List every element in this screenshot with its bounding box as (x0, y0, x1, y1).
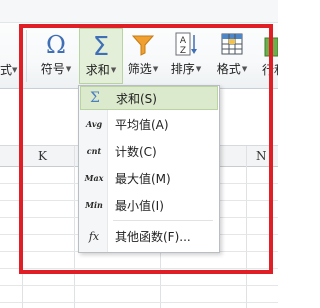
svg-text:A: A (180, 36, 187, 46)
sigma-icon: Σ (90, 90, 100, 106)
column-header-k[interactable]: K (38, 148, 47, 164)
menu-item-label: 其他函数(F)... (115, 229, 191, 244)
max-icon: Max (84, 173, 104, 183)
svg-text:Σ: Σ (93, 32, 109, 59)
chevron-down-icon: ▼ (241, 65, 248, 73)
menu-item-average[interactable]: Avg 平均值(A) (80, 112, 218, 136)
average-icon: Avg (85, 119, 103, 129)
count-icon: cnt (86, 146, 102, 156)
sort-button-label: 排序 (170, 62, 195, 76)
filter-button[interactable]: 筛选▼ (124, 28, 162, 84)
grid-line (0, 268, 278, 269)
ribbon-cut-left-label: 式 (0, 63, 13, 77)
filter-button-label: 筛选 (127, 62, 152, 76)
chevron-down-icon: ▼ (195, 65, 202, 73)
ribbon-tab-strip (0, 0, 278, 23)
fx-icon: fx (88, 229, 100, 243)
grid-line (246, 146, 247, 308)
format-button-label: 格式 (216, 62, 241, 76)
menu-item-label: 求和(S) (116, 91, 157, 106)
app-window: 式 ▼ Ω 符号▼ Σ 求和▼ 筛选▼ A Z 排序▼ 格式▼ 行 K N Σ … (0, 0, 278, 308)
grid-line (22, 146, 23, 308)
min-icon: Min (85, 200, 103, 210)
grid-line (0, 285, 278, 286)
funnel-icon (129, 28, 157, 60)
svg-text:Ω: Ω (46, 31, 66, 58)
grid-line (74, 146, 75, 308)
ribbon-separator (26, 30, 27, 82)
autosum-button[interactable]: Σ 求和▼ (79, 28, 123, 84)
menu-item-label: 最大值(M) (115, 171, 171, 186)
chevron-down-icon: ▼ (152, 65, 159, 73)
symbol-button-label: 符号 (40, 62, 65, 76)
menu-item-label: 最小值(I) (115, 198, 164, 213)
sigma-icon: Σ (87, 29, 115, 61)
omega-icon: Ω (42, 28, 70, 60)
chevron-down-icon: ▼ (12, 66, 18, 74)
table-format-icon (218, 28, 246, 60)
menu-item-label: 平均值(A) (115, 117, 169, 132)
svg-text:Z: Z (180, 46, 186, 56)
menu-item-count[interactable]: cnt 计数(C) (80, 139, 218, 163)
autosum-button-label: 求和 (85, 63, 110, 77)
format-button[interactable]: 格式▼ (210, 28, 254, 84)
menu-item-max[interactable]: Max 最大值(M) (80, 166, 218, 190)
column-header-n[interactable]: N (256, 148, 267, 164)
sort-button[interactable]: A Z 排序▼ (164, 28, 208, 84)
grid-line (0, 302, 278, 303)
menu-item-label: 计数(C) (115, 144, 157, 159)
menu-item-min[interactable]: Min 最小值(I) (80, 193, 218, 217)
chevron-down-icon: ▼ (110, 66, 117, 74)
menu-item-sum[interactable]: Σ 求和(S) (80, 86, 218, 110)
menu-item-other-functions[interactable]: fx 其他函数(F)... (80, 224, 218, 248)
row-column-icon[interactable] (263, 34, 278, 58)
sort-az-icon: A Z (172, 28, 200, 60)
chevron-down-icon: ▼ (65, 65, 72, 73)
menu-separator (113, 220, 213, 221)
symbol-button[interactable]: Ω 符号▼ (34, 28, 78, 84)
ribbon-cut-right-label[interactable]: 行和 (262, 62, 278, 78)
autosum-dropdown-menu: Σ 求和(S) Avg 平均值(A) cnt 计数(C) Max 最大值(M) … (78, 85, 220, 253)
